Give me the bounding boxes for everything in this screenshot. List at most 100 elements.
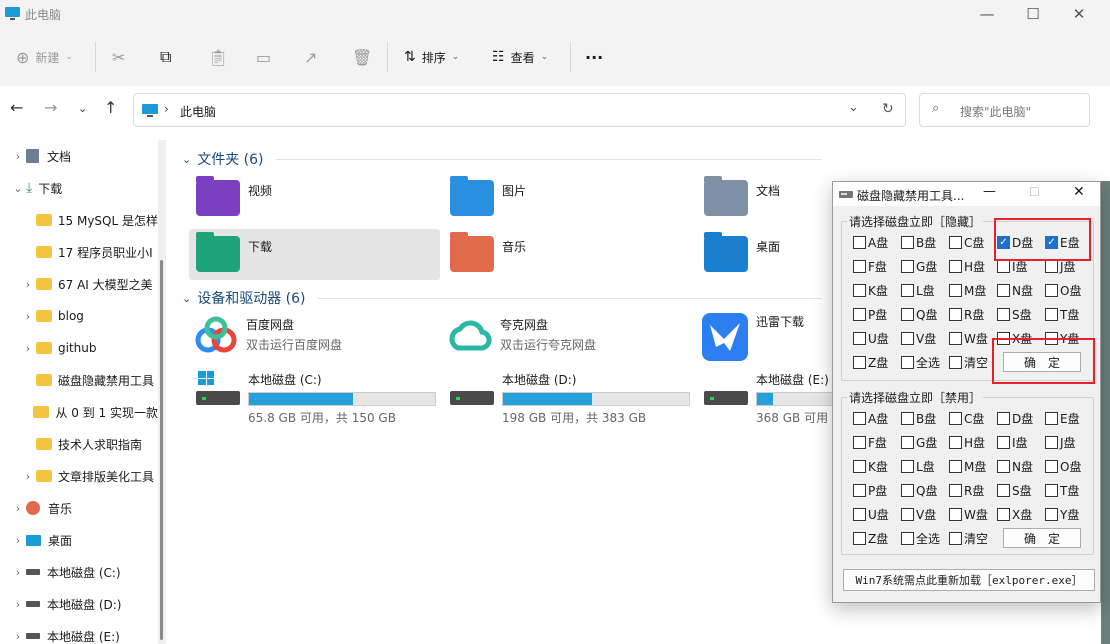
sidebar-item[interactable]: 技术人求职指南 [0, 428, 158, 460]
checkbox-box[interactable] [853, 332, 866, 345]
disable-checkbox[interactable]: W盘 [949, 506, 988, 523]
checkbox-box[interactable] [949, 356, 962, 369]
checkbox-box[interactable] [997, 484, 1010, 497]
forward-button[interactable]: → [44, 98, 57, 117]
disable-checkbox[interactable]: V盘 [901, 506, 936, 523]
checkbox-box[interactable] [853, 308, 866, 321]
copy-button[interactable]: ⧉ [160, 40, 171, 74]
sidebar-item[interactable]: › 桌面 [0, 524, 158, 556]
quark-netdisk-item[interactable]: 夸克网盘 双击运行夸克网盘 [448, 316, 596, 356]
thunder-download-item[interactable]: 迅雷下载 [702, 313, 804, 361]
expand-chevron-icon[interactable]: › [10, 150, 26, 163]
disable-checkbox[interactable]: T盘 [1045, 482, 1079, 499]
hide-checkbox[interactable]: T盘 [1045, 306, 1079, 323]
sidebar-item[interactable]: › 音乐 [0, 492, 158, 524]
disable-checkbox[interactable]: D盘 [997, 410, 1033, 427]
disable-checkbox[interactable]: C盘 [949, 410, 984, 427]
sidebar-scrollbar[interactable] [158, 140, 166, 644]
expand-chevron-icon[interactable]: ⌄ [10, 182, 26, 195]
sidebar-item[interactable]: › 本地磁盘 (E:) [0, 620, 158, 644]
dialog-close-button[interactable]: ✕ [1073, 184, 1085, 200]
sidebar-item[interactable]: 磁盘隐藏禁用工具 [0, 364, 158, 396]
hide-select-all-checkbox[interactable]: 全选 [901, 354, 940, 371]
checkbox-box[interactable] [901, 484, 914, 497]
checkbox-box[interactable] [997, 436, 1010, 449]
scrollbar-thumb[interactable] [160, 260, 163, 640]
sidebar-item[interactable]: ⌄ ⤓ 下载 [0, 172, 158, 204]
disable-checkbox[interactable]: M盘 [949, 458, 986, 475]
cut-button[interactable]: ✂ [112, 40, 125, 74]
sidebar-item[interactable]: 15 MySQL 是怎样 [0, 204, 158, 236]
devices-section-header[interactable]: ⌄ 设备和驱动器 (6) [182, 288, 822, 308]
sidebar-item[interactable]: › 67 AI 大模型之美 [0, 268, 158, 300]
up-button[interactable]: ↑ [104, 98, 117, 117]
hide-checkbox[interactable]: L盘 [901, 282, 935, 299]
hide-checkbox[interactable]: N盘 [997, 282, 1033, 299]
paste-button[interactable]: 📋︎ [208, 40, 228, 74]
checkbox-box[interactable] [853, 284, 866, 297]
sidebar-item[interactable]: › 文档 [0, 140, 158, 172]
hide-checkbox[interactable]: K盘 [853, 282, 888, 299]
hide-checkbox[interactable]: H盘 [949, 258, 985, 275]
search-box[interactable]: ⌕ 搜索"此电脑" [919, 93, 1090, 127]
disable-checkbox[interactable]: Y盘 [1045, 506, 1079, 523]
recent-button[interactable]: ⌄ [78, 102, 87, 115]
checkbox-box[interactable] [853, 356, 866, 369]
hide-z-checkbox[interactable]: Z盘 [853, 354, 888, 371]
checkbox-box[interactable] [901, 412, 914, 425]
checkbox-box[interactable] [1045, 308, 1058, 321]
hide-checkbox[interactable]: S盘 [997, 306, 1032, 323]
checkbox-box[interactable] [901, 532, 914, 545]
disable-checkbox[interactable]: K盘 [853, 458, 888, 475]
hide-checkbox[interactable]: B盘 [901, 234, 936, 251]
checkbox-box[interactable] [949, 236, 962, 249]
checkbox-box[interactable] [997, 284, 1010, 297]
checkbox-box[interactable] [949, 284, 962, 297]
close-button[interactable]: ✕ [1056, 0, 1102, 28]
hide-checkbox[interactable]: U盘 [853, 330, 889, 347]
sidebar-item[interactable]: › github [0, 332, 158, 364]
expand-chevron-icon[interactable]: › [10, 502, 26, 515]
disable-checkbox[interactable]: A盘 [853, 410, 888, 427]
expand-chevron-icon[interactable]: › [20, 470, 36, 483]
checkbox-box[interactable] [997, 308, 1010, 321]
checkbox-box[interactable] [901, 308, 914, 321]
drive-item[interactable]: 本地磁盘 (D:) 198 GB 可用，共 383 GB [450, 371, 690, 426]
checkbox-box[interactable] [853, 508, 866, 521]
reload-explorer-button[interactable]: Win7系统需点此重新加载［exlporer.exe］ [843, 569, 1095, 591]
disable-checkbox[interactable]: J盘 [1045, 434, 1076, 451]
breadcrumb[interactable]: 此电脑 [180, 103, 216, 120]
hide-checkbox[interactable]: P盘 [853, 306, 887, 323]
hide-checkbox[interactable]: W盘 [949, 330, 988, 347]
hide-checkbox[interactable]: C盘 [949, 234, 984, 251]
hide-checkbox[interactable]: G盘 [901, 258, 937, 275]
disable-checkbox[interactable]: G盘 [901, 434, 937, 451]
checkbox-box[interactable] [949, 484, 962, 497]
sidebar-item[interactable]: › 文章排版美化工具 [0, 460, 158, 492]
baidu-netdisk-item[interactable]: 百度网盘 双击运行百度网盘 [194, 316, 342, 356]
checkbox-box[interactable] [949, 308, 962, 321]
checkbox-box[interactable] [1045, 460, 1058, 473]
disable-ok-button[interactable]: 确定 [1003, 528, 1081, 548]
folder-item[interactable]: 视频 [196, 176, 272, 216]
disable-checkbox[interactable]: U盘 [853, 506, 889, 523]
checkbox-box[interactable] [1045, 436, 1058, 449]
checkbox-box[interactable] [1045, 412, 1058, 425]
minimize-button[interactable]: — [964, 0, 1010, 28]
hide-clear-checkbox[interactable]: 清空 [949, 354, 988, 371]
disable-checkbox[interactable]: H盘 [949, 434, 985, 451]
checkbox-box[interactable] [949, 460, 962, 473]
disable-checkbox[interactable]: X盘 [997, 506, 1032, 523]
hide-checkbox[interactable]: V盘 [901, 330, 936, 347]
expand-chevron-icon[interactable]: › [10, 598, 26, 611]
disable-checkbox[interactable]: O盘 [1045, 458, 1081, 475]
disable-checkbox[interactable]: R盘 [949, 482, 984, 499]
drive-item[interactable]: 本地磁盘 (C:) 65.8 GB 可用，共 150 GB [196, 371, 436, 426]
more-button[interactable]: ··· [585, 40, 603, 74]
sidebar-item[interactable]: › blog [0, 300, 158, 332]
sort-button[interactable]: ⇅ 排序 ⌄ [404, 40, 459, 74]
sidebar-item[interactable]: › 本地磁盘 (C:) [0, 556, 158, 588]
disable-checkbox[interactable]: N盘 [997, 458, 1033, 475]
checkbox-box[interactable] [853, 260, 866, 273]
chevron-down-icon[interactable]: ⌄ [848, 100, 859, 115]
